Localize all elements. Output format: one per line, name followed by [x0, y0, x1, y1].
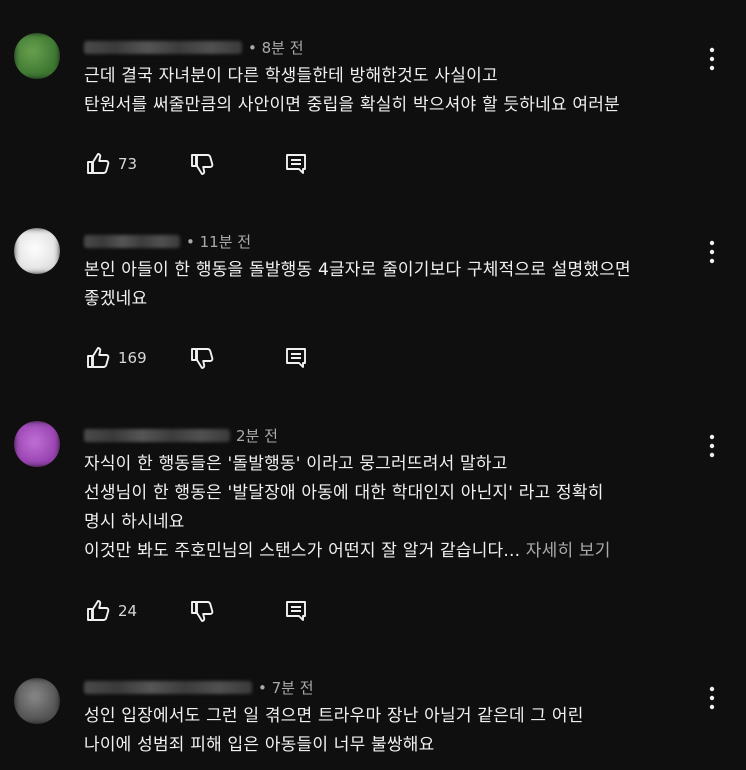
comment-line: 명시 하시네요 — [84, 512, 185, 532]
comment-time[interactable]: • 7분 전 — [258, 677, 314, 698]
reply-icon[interactable] — [282, 150, 310, 178]
avatar[interactable] — [14, 228, 60, 274]
comment-line: 탄원서를 써줄만큼의 사안이면 중립을 확실히 박으셔야 할 듯하네요 여러분 — [84, 95, 620, 115]
comment-line-text: 이것만 봐도 주호민님의 스탠스가 어떤지 잘 알거 같습니다... — [84, 541, 521, 561]
comment-text: 자식이 한 행동들은 '돌발행동' 이라고 뭉그러뜨려서 말하고 선생님이 한 … — [84, 450, 714, 566]
comment-line: 선생님이 한 행동은 '발달장애 아동에 대한 학대인지 아닌지' 라고 정확히 — [84, 483, 604, 503]
more-options-icon[interactable] — [702, 44, 722, 74]
like-icon[interactable] — [84, 597, 112, 625]
author-handle-blurred[interactable] — [84, 234, 180, 248]
more-options-icon[interactable] — [702, 683, 722, 713]
like-icon[interactable] — [84, 344, 112, 372]
dislike-icon[interactable] — [188, 597, 216, 625]
comment-text: 본인 아들이 한 행동을 돌발행동 4글자로 줄이기보다 구체적으로 설명했으면… — [84, 256, 714, 314]
avatar[interactable] — [14, 678, 60, 724]
comment-text: 근데 결국 자녀분이 다른 학생들한테 방해한것도 사실이고 탄원서를 써줄만큼… — [84, 62, 714, 120]
comment-time[interactable]: • 11분 전 — [186, 231, 251, 252]
dislike-icon[interactable] — [188, 150, 216, 178]
comment-line: 나이에 성범죄 피해 입은 아동들이 너무 불쌍해요 — [84, 735, 435, 755]
like-count: 24 — [118, 602, 138, 620]
comment-header: 2분 전 — [84, 424, 278, 446]
avatar[interactable] — [14, 421, 60, 467]
author-handle-blurred[interactable] — [84, 428, 230, 442]
more-options-icon[interactable] — [702, 431, 722, 461]
comment-header: • 11분 전 — [84, 230, 251, 252]
comment-text: 성인 입장에서도 그런 일 겪으면 트라우마 장난 아닐거 같은데 그 어린 나… — [84, 702, 714, 760]
comment-line: 이것만 봐도 주호민님의 스탠스가 어떤지 잘 알거 같습니다... 자세히 보… — [84, 537, 714, 566]
comment-header: • 7분 전 — [84, 676, 314, 698]
comment-actions: 169 — [84, 344, 306, 372]
comment-time[interactable]: 2분 전 — [236, 425, 278, 446]
comment-line: 성인 입장에서도 그런 일 겪으면 트라우마 장난 아닐거 같은데 그 어린 — [84, 706, 584, 726]
dislike-icon[interactable] — [188, 344, 216, 372]
comment-actions: 24 — [84, 597, 306, 625]
like-count: 73 — [118, 155, 138, 173]
comment-line: 근데 결국 자녀분이 다른 학생들한테 방해한것도 사실이고 — [84, 66, 498, 86]
like-count: 169 — [118, 349, 147, 367]
comment-line: 자식이 한 행동들은 '돌발행동' 이라고 뭉그러뜨려서 말하고 — [84, 454, 508, 474]
comment-line: 본인 아들이 한 행동을 돌발행동 4글자로 줄이기보다 구체적으로 설명했으면 — [84, 260, 631, 280]
comment-line: 좋겠네요 — [84, 289, 148, 309]
more-options-icon[interactable] — [702, 237, 722, 267]
read-more-link[interactable]: 자세히 보기 — [520, 541, 611, 561]
reply-icon[interactable] — [282, 597, 310, 625]
like-icon[interactable] — [84, 150, 112, 178]
reply-icon[interactable] — [282, 344, 310, 372]
author-handle-blurred[interactable] — [84, 680, 252, 694]
comment-time[interactable]: • 8분 전 — [248, 37, 304, 58]
comment-header: • 8분 전 — [84, 36, 304, 58]
author-handle-blurred[interactable] — [84, 40, 242, 54]
avatar[interactable] — [14, 33, 60, 79]
comment-actions: 73 — [84, 150, 306, 178]
